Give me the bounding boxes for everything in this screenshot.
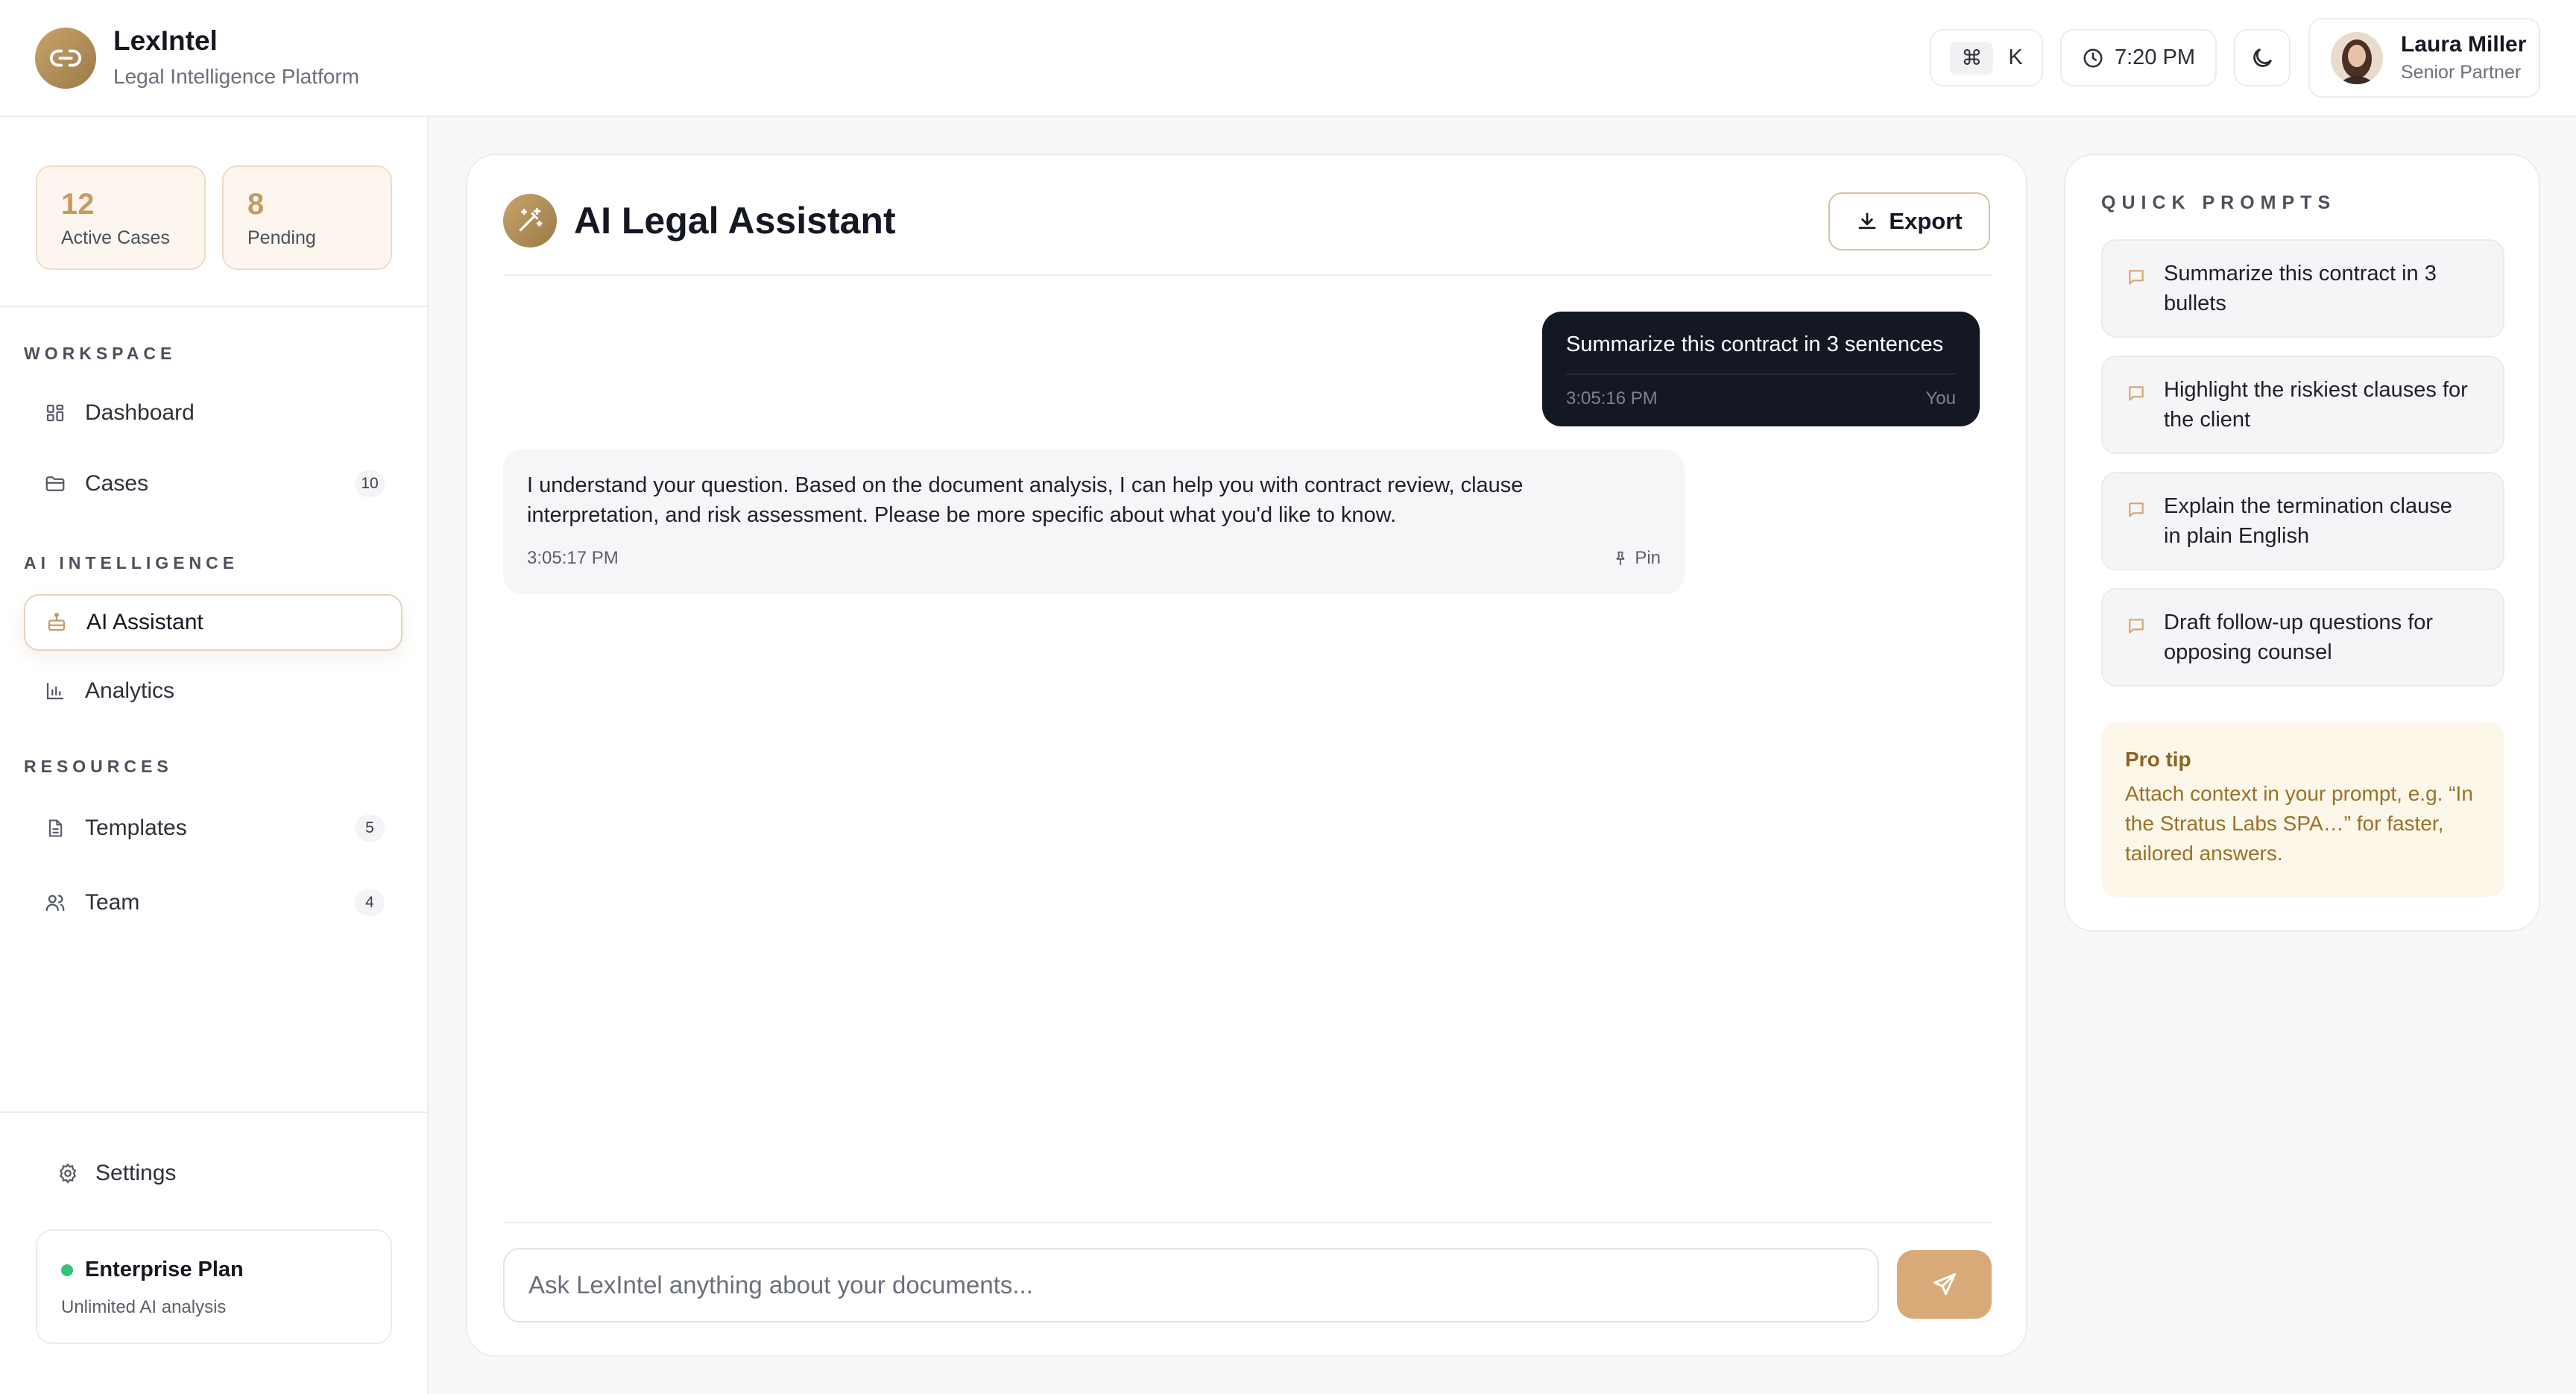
message-icon [2129, 386, 2144, 401]
stat-label: Active Cases [61, 227, 170, 248]
message-time: 3:05:17 PM [527, 548, 619, 568]
app-tagline: Legal Intelligence Platform [113, 65, 359, 88]
time-display: 7:20 PM [2060, 29, 2217, 86]
plan-subtitle: Unlimited AI analysis [61, 1297, 227, 1317]
sidebar-item-label: Cases [85, 471, 149, 496]
pin-label: Pin [1635, 548, 1661, 568]
sidebar-item-dashboard[interactable]: Dashboard [24, 385, 402, 441]
bar-chart-icon [42, 680, 69, 702]
count-badge: 4 [355, 889, 385, 916]
message-icon [2129, 270, 2144, 285]
divider [0, 306, 429, 307]
message-icon [2129, 619, 2144, 634]
sidebar-item-templates[interactable]: Templates 5 [24, 800, 402, 857]
quick-prompt-item[interactable]: Highlight the riskiest clauses for the c… [2101, 356, 2504, 454]
section-title: QUICK PROMPTS [2101, 192, 2337, 213]
pro-tip-card: Pro tip Attach context in your prompt, e… [2101, 722, 2504, 897]
section-title-workspace: WORKSPACE [24, 344, 177, 363]
sidebar-item-team[interactable]: Team 4 [24, 874, 402, 931]
settings-button[interactable]: Settings [57, 1161, 176, 1186]
quick-prompt-item[interactable]: Explain the termination clause in plain … [2101, 472, 2504, 570]
export-button[interactable]: Export [1828, 192, 1990, 250]
message-time: 3:05:16 PM [1566, 388, 1658, 409]
bot-icon [43, 611, 70, 634]
message-icon [2129, 502, 2144, 517]
message-text: I understand your question. Based on the… [527, 473, 1524, 527]
app-name: LexIntel [113, 25, 218, 56]
count-badge: 5 [355, 815, 385, 842]
top-header: LexIntel Legal Intelligence Platform ⌘ K… [0, 0, 2576, 117]
sidebar-item-label: Dashboard [85, 400, 195, 425]
section-title-resources: RESOURCES [24, 757, 173, 776]
sidebar-item-label: Team [85, 890, 140, 915]
clock-icon [2083, 48, 2103, 67]
divider [503, 274, 1992, 276]
user-name: Laura Miller [2401, 32, 2527, 57]
sidebar: 12 Active Cases 8 Pending WORKSPACE Dash… [0, 117, 429, 1394]
pin-icon [1616, 551, 1625, 566]
page-title: AI Legal Assistant [574, 200, 896, 242]
count-badge: 10 [355, 470, 385, 497]
send-icon [1933, 1273, 1956, 1296]
sidebar-item-label: AI Assistant [86, 610, 203, 634]
settings-label: Settings [95, 1161, 177, 1185]
quick-prompt-text: Highlight the riskiest clauses for the c… [2164, 378, 2468, 432]
download-icon [1859, 212, 1876, 230]
stat-label: Pending [247, 227, 316, 248]
chat-panel: AI Legal Assistant Export Summarize this… [466, 154, 2027, 1357]
sidebar-item-cases[interactable]: Cases 10 [24, 455, 402, 512]
avatar [2331, 31, 2383, 84]
moon-icon [2253, 48, 2272, 67]
message-text: Summarize this contract in 3 sentences [1566, 332, 1944, 356]
quick-prompt-text: Summarize this contract in 3 bullets [2164, 262, 2437, 315]
stat-active-cases[interactable]: 12 Active Cases [36, 165, 206, 270]
theme-toggle-button[interactable] [2234, 29, 2291, 86]
user-message: Summarize this contract in 3 sentences 3… [1542, 312, 1980, 426]
plan-title: Enterprise Plan [85, 1258, 244, 1281]
command-palette-button[interactable]: ⌘ K [1930, 29, 2043, 86]
link-icon[interactable] [35, 28, 96, 89]
grid-icon [42, 402, 69, 424]
magic-wand-icon [503, 194, 557, 247]
document-icon [42, 816, 69, 840]
chat-input[interactable] [503, 1248, 1879, 1322]
tip-text: Attach context in your prompt, e.g. “In … [2125, 782, 2473, 865]
export-label: Export [1889, 208, 1963, 234]
quick-prompt-item[interactable]: Draft follow-up questions for opposing c… [2101, 588, 2504, 687]
quick-prompt-text: Explain the termination clause in plain … [2164, 494, 2452, 548]
folder-icon [42, 473, 69, 495]
users-icon [42, 892, 69, 914]
stat-value: 12 [61, 188, 95, 221]
quick-prompt-text: Draft follow-up questions for opposing c… [2164, 611, 2434, 664]
sidebar-item-label: Analytics [85, 678, 175, 703]
tip-title: Pro tip [2125, 748, 2191, 771]
divider [0, 1111, 429, 1113]
quick-prompts-panel: QUICK PROMPTS Summarize this contract in… [2064, 154, 2540, 932]
sidebar-item-analytics[interactable]: Analytics [24, 663, 402, 719]
user-menu[interactable]: Laura Miller Senior Partner [2308, 18, 2540, 98]
sidebar-item-ai-assistant[interactable]: AI Assistant [24, 594, 402, 651]
send-button[interactable] [1897, 1250, 1992, 1319]
gear-icon [59, 1163, 77, 1184]
command-key: ⌘ [1950, 41, 1994, 75]
pin-button[interactable]: Pin [1612, 548, 1661, 569]
section-title-ai: AI INTELLIGENCE [24, 553, 239, 573]
status-dot [61, 1264, 73, 1276]
divider [503, 1222, 1992, 1223]
message-author: You [1925, 388, 1957, 409]
sidebar-item-label: Templates [85, 816, 187, 840]
user-role: Senior Partner [2401, 62, 2522, 83]
command-letter: K [2008, 45, 2023, 69]
plan-card[interactable]: Enterprise Plan Unlimited AI analysis [36, 1229, 392, 1344]
assistant-message: I understand your question. Based on the… [503, 450, 1685, 594]
stat-pending[interactable]: 8 Pending [222, 165, 392, 270]
current-time: 7:20 PM [2115, 45, 2195, 69]
quick-prompt-item[interactable]: Summarize this contract in 3 bullets [2101, 239, 2504, 338]
stat-value: 8 [247, 188, 265, 221]
